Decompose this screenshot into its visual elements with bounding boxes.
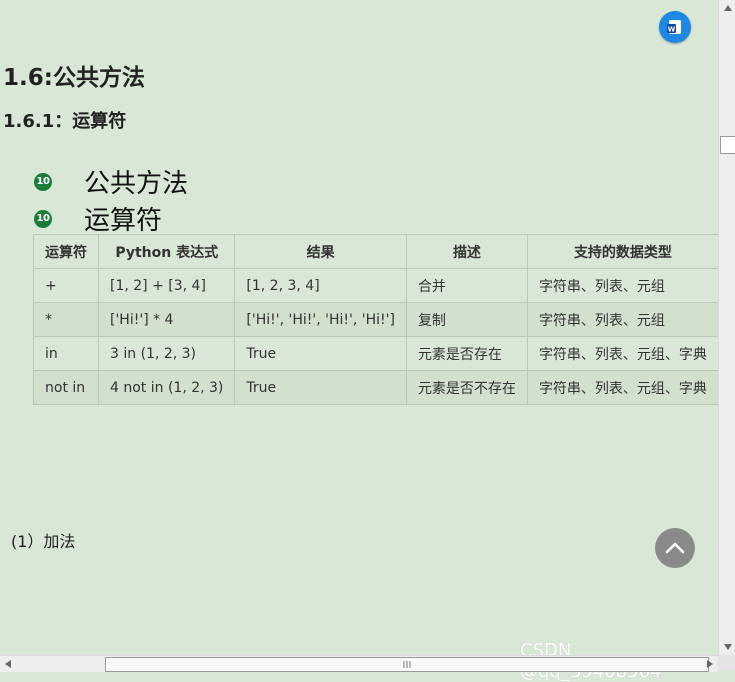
table-cell: 元素是否不存在 [405,370,528,405]
column-header: Python 表达式 [97,234,236,269]
table-row: not in 4 not in (1, 2, 3) True 元素是否不存在 字… [33,370,719,405]
back-to-top-button[interactable] [655,528,695,568]
number-ten-icon: 10 [34,209,52,228]
word-document-icon[interactable]: W [659,11,691,43]
chevron-up-icon [665,542,685,554]
bullet-item: 10 运算符 [34,200,162,237]
table-cell: 复制 [405,302,528,337]
scroll-down-arrow-icon[interactable] [719,639,735,655]
table-cell: ['Hi!'] * 4 [97,302,236,337]
column-header: 结果 [234,234,407,269]
scroll-up-arrow-icon[interactable] [719,0,735,16]
table-cell: 合并 [405,268,528,303]
table-cell: 3 in (1, 2, 3) [97,336,236,371]
table-cell: 元素是否存在 [405,336,528,371]
section-title: 1.6:公共方法 [3,65,145,91]
horizontal-scrollbar[interactable] [0,655,718,672]
scrollbar-corner [718,655,735,671]
table-cell: + [33,268,99,303]
table-cell: not in [33,370,99,405]
table-cell: [1, 2] + [3, 4] [97,268,236,303]
table-cell: [1, 2, 3, 4] [234,268,407,303]
scroll-right-arrow-icon[interactable] [702,656,718,672]
operators-table: 运算符 Python 表达式 结果 描述 支持的数据类型 + [1, 2] + … [33,234,719,405]
vertical-scroll-thumb[interactable] [720,136,735,154]
svg-text:W: W [668,26,676,34]
subsection-title: 1.6.1：运算符 [3,111,127,132]
table-cell: True [234,336,407,371]
table-cell: 4 not in (1, 2, 3) [97,370,236,405]
horizontal-scroll-thumb[interactable] [105,657,709,672]
table-cell: True [234,370,407,405]
table-row: + [1, 2] + [3, 4] [1, 2, 3, 4] 合并 字符串、列表… [33,268,719,303]
vertical-scrollbar[interactable] [718,0,735,655]
table-cell: 字符串、列表、元组、字典 [526,336,719,371]
bullet-text: 运算符 [84,206,163,236]
table-header-row: 运算符 Python 表达式 结果 描述 支持的数据类型 [33,234,719,269]
table-row: in 3 in (1, 2, 3) True 元素是否存在 字符串、列表、元组、… [33,336,719,371]
number-ten-icon: 10 [34,172,52,191]
bullet-item: 10 公共方法 [34,163,188,200]
bullet-text: 公共方法 [84,169,189,199]
table-cell: 字符串、列表、元组 [526,302,719,337]
table-cell: 字符串、列表、元组、字典 [526,370,719,405]
table-cell: in [33,336,99,371]
grip-icon [403,661,411,668]
addition-subheading: (1）加法 [11,532,76,551]
table-row: * ['Hi!'] * 4 ['Hi!', 'Hi!', 'Hi!', 'Hi!… [33,302,719,337]
column-header: 运算符 [33,234,99,269]
column-header: 描述 [405,234,528,269]
column-header: 支持的数据类型 [526,234,719,269]
article-content: W 1.6:公共方法 1.6.1：运算符 10 公共方法 10 运算符 运算符 … [0,0,719,682]
scroll-left-arrow-icon[interactable] [0,656,16,672]
table-cell: ['Hi!', 'Hi!', 'Hi!', 'Hi!'] [234,302,407,337]
table-cell: 字符串、列表、元组 [526,268,719,303]
table-cell: * [33,302,99,337]
